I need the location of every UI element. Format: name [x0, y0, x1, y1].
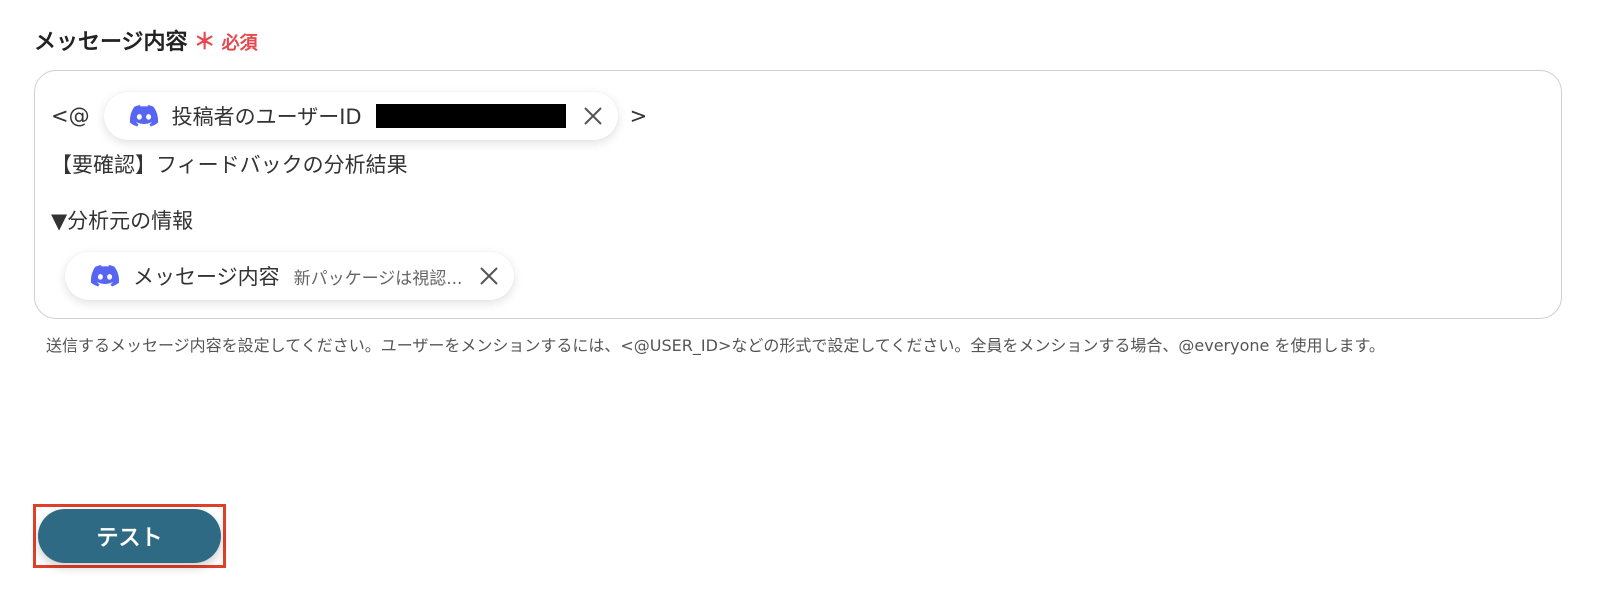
editor-line-heading: 【要確認】フィードバックの分析結果: [51, 153, 408, 177]
helper-text: 送信するメッセージ内容を設定してください。ユーザーをメンションするには、<@US…: [46, 336, 1385, 355]
chip-label: 投稿者のユーザーID: [171, 105, 362, 129]
mention-suffix: >: [629, 104, 648, 128]
redacted-value: [375, 104, 566, 128]
discord-icon: [129, 105, 158, 127]
chip-label: メッセージ内容: [133, 265, 280, 289]
required-badge: 必須: [221, 33, 258, 54]
mention-prefix: <@: [51, 104, 90, 128]
message-editor[interactable]: <@ 投稿者のユーザーID > 【要確認】フィードバックの分析結果 ▼分析元の情…: [34, 70, 1562, 319]
editor-line-mention: <@ 投稿者のユーザーID >: [51, 92, 648, 140]
close-icon[interactable]: [478, 265, 500, 287]
variable-chip-user-id[interactable]: 投稿者のユーザーID: [103, 92, 618, 140]
required-asterisk: ＊: [193, 30, 216, 55]
chip-preview: 新パッケージは視認...: [293, 268, 463, 289]
field-title: メッセージ内容: [34, 30, 188, 55]
field-label: メッセージ内容 ＊ 必須: [34, 24, 258, 56]
discord-icon: [91, 265, 119, 287]
close-icon[interactable]: [582, 105, 604, 127]
test-button[interactable]: テスト: [38, 509, 221, 563]
variable-chip-message-content[interactable]: メッセージ内容 新パッケージは視認...: [65, 252, 515, 300]
test-button-highlight: テスト: [33, 504, 226, 568]
editor-line-section: ▼分析元の情報: [51, 209, 194, 233]
